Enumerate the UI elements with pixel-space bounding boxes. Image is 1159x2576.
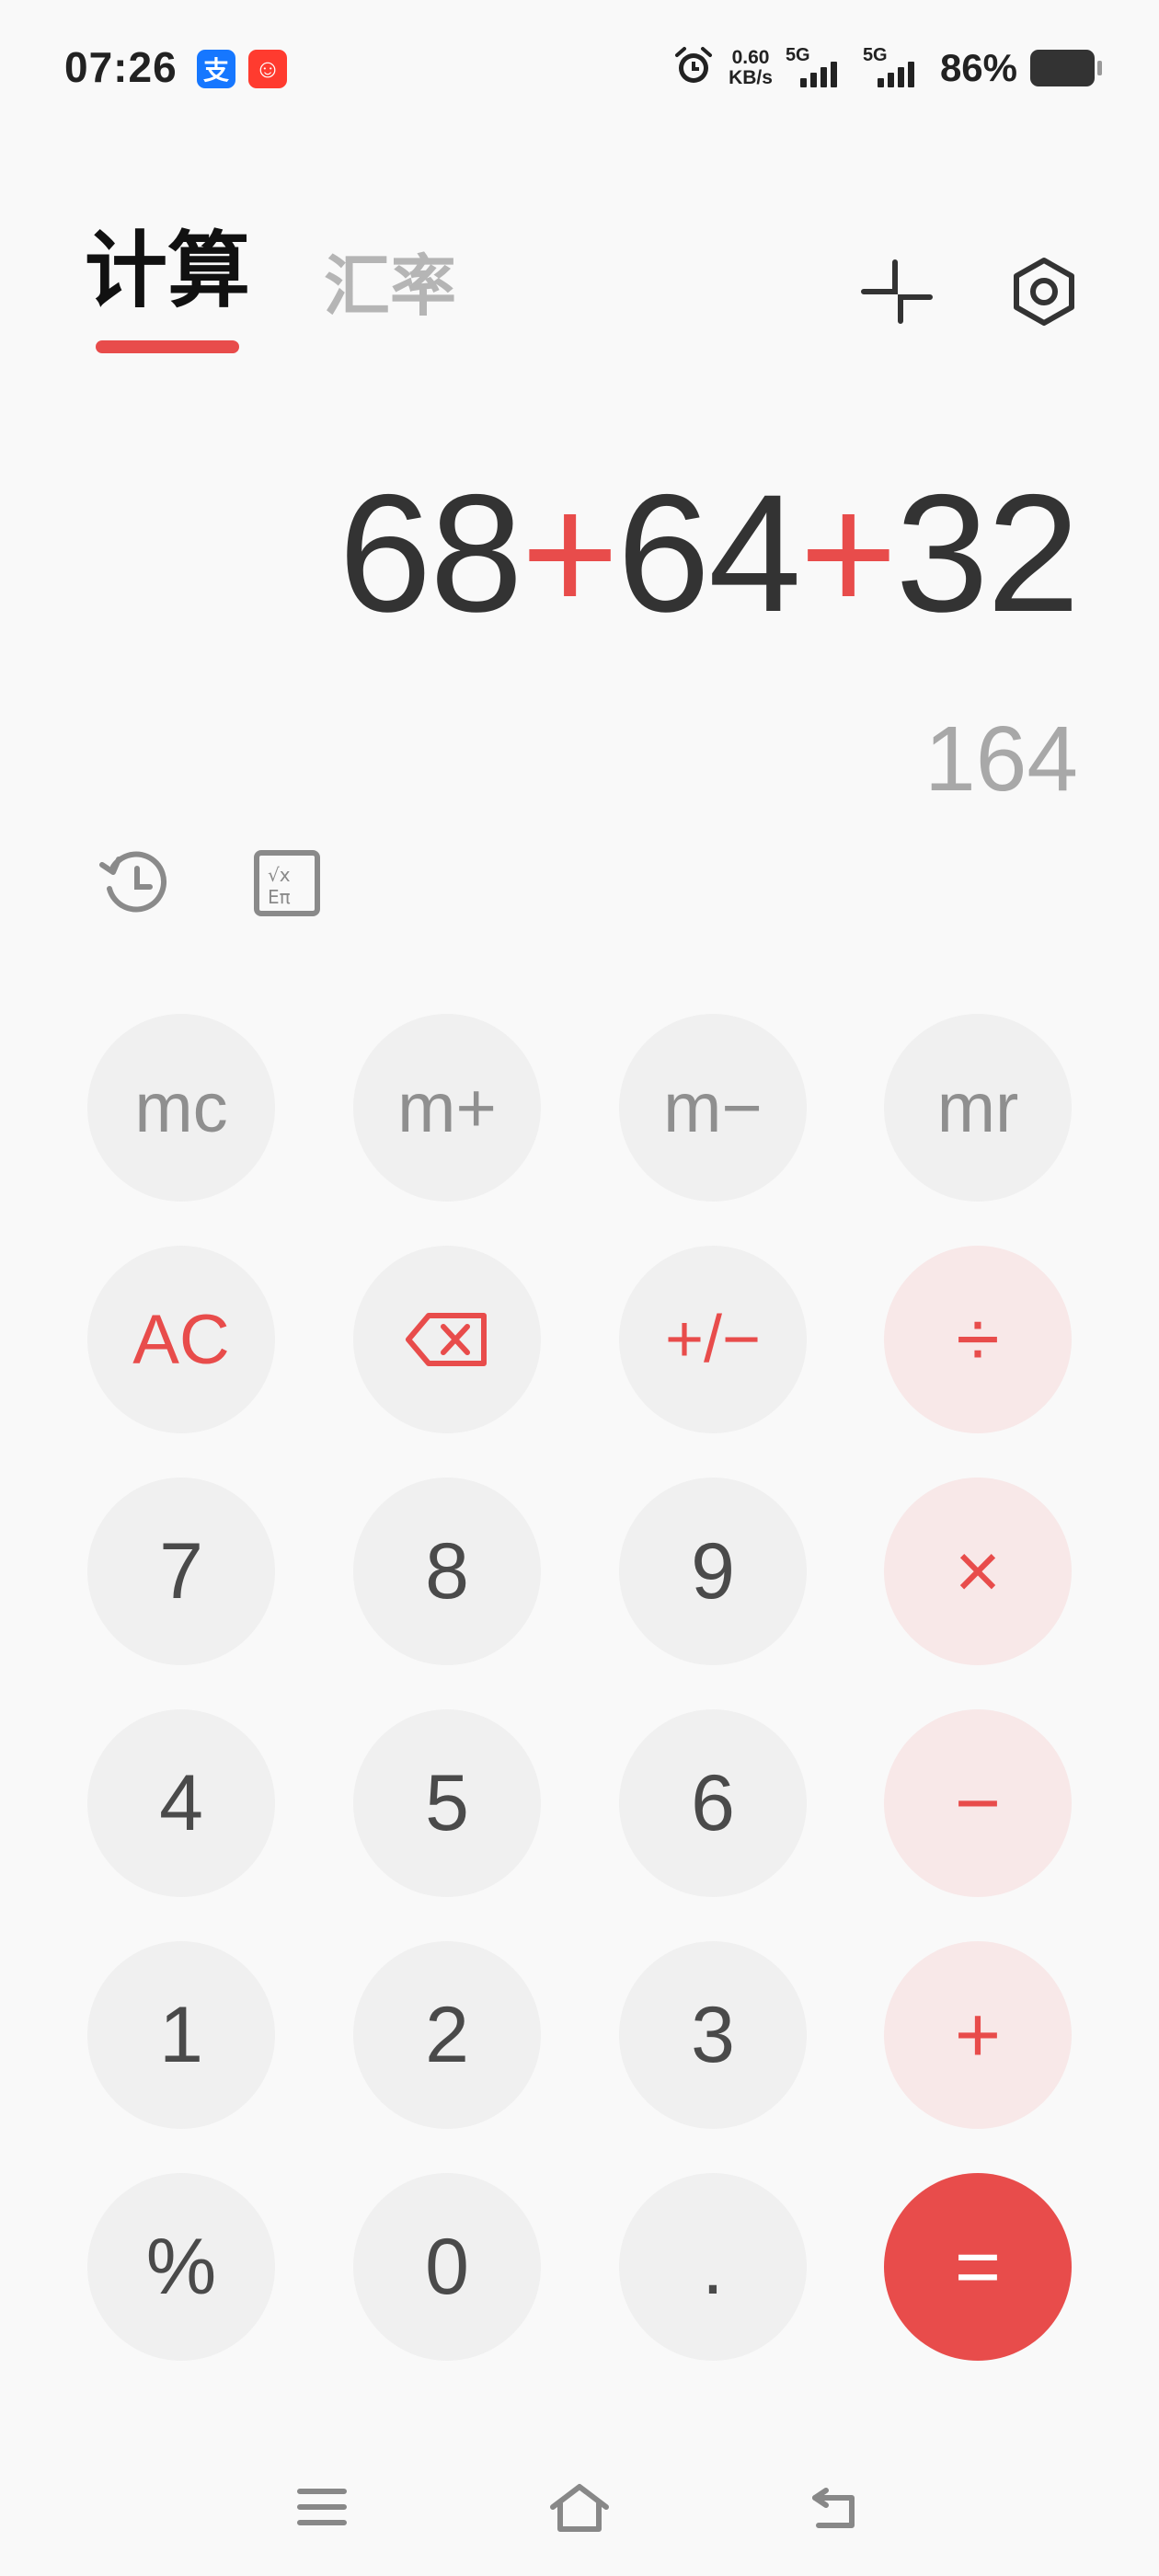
nav-menu-button[interactable]: [281, 2475, 363, 2539]
svg-text:√x: √x: [268, 864, 291, 886]
network-speed-value: 0.60: [731, 47, 770, 68]
taobao-notification-icon: ☺: [248, 50, 287, 88]
battery-percent: 86%: [939, 46, 1017, 89]
key-all-clear[interactable]: AC: [87, 1246, 275, 1433]
expression-operator: +: [521, 459, 619, 647]
history-button[interactable]: [92, 842, 175, 925]
network-speed: 0.60 KB/s: [729, 48, 773, 88]
history-icon: [99, 851, 167, 913]
key-4[interactable]: 4: [87, 1709, 275, 1897]
status-time: 07:26: [64, 43, 178, 91]
expression-operand: 64: [616, 459, 801, 647]
status-right: 0.60 KB/s 5G 5G 86%: [671, 42, 1102, 94]
key-memory-add[interactable]: m+: [353, 1014, 541, 1202]
minimize-icon: [861, 259, 933, 324]
alipay-notification-icon: 支: [197, 50, 235, 88]
key-divide[interactable]: ÷: [884, 1246, 1072, 1433]
svg-text:Eπ: Eπ: [268, 886, 291, 908]
key-backspace[interactable]: [353, 1246, 541, 1433]
key-2[interactable]: 2: [353, 1941, 541, 2129]
key-decimal[interactable]: .: [619, 2173, 807, 2361]
settings-icon: [1014, 258, 1074, 326]
key-7[interactable]: 7: [87, 1478, 275, 1665]
signal-1-icon: 5G: [786, 45, 850, 91]
tab-calculator[interactable]: 计算: [85, 230, 250, 313]
scientific-icon: √x Eπ: [254, 850, 320, 916]
key-plus-minus[interactable]: +/−: [619, 1246, 807, 1433]
expression-operand: 68: [339, 459, 522, 647]
alarm-icon: [671, 44, 716, 93]
key-memory-clear[interactable]: mc: [87, 1014, 275, 1202]
active-tab-indicator: [96, 340, 239, 353]
key-percent[interactable]: %: [87, 2173, 275, 2361]
back-icon: [812, 2488, 855, 2528]
key-minus[interactable]: −: [884, 1709, 1072, 1897]
key-3[interactable]: 3: [619, 1941, 807, 2129]
key-6[interactable]: 6: [619, 1709, 807, 1897]
key-9[interactable]: 9: [619, 1478, 807, 1665]
nav-back-button[interactable]: [796, 2475, 878, 2539]
menu-icon: [297, 2489, 347, 2525]
expression-operator: +: [799, 459, 897, 647]
status-bar: 07:26 支 ☺ 0.60 KB/s 5G 5G 86%: [0, 0, 1159, 138]
key-multiply[interactable]: ×: [884, 1478, 1072, 1665]
key-memory-recall[interactable]: mr: [884, 1014, 1072, 1202]
key-1[interactable]: 1: [87, 1941, 275, 2129]
settings-button[interactable]: [1003, 250, 1085, 333]
key-memory-subtract[interactable]: m−: [619, 1014, 807, 1202]
home-icon: [550, 2484, 609, 2532]
expression-display: 68+64+32: [339, 469, 1080, 637]
signal-2-icon: 5G: [863, 45, 927, 91]
scientific-mode-button[interactable]: √x Eπ: [246, 842, 328, 925]
nav-home-button[interactable]: [538, 2475, 621, 2539]
key-5[interactable]: 5: [353, 1709, 541, 1897]
minimize-button[interactable]: [855, 250, 938, 333]
tab-exchange-rate[interactable]: 汇率: [324, 254, 456, 320]
key-8[interactable]: 8: [353, 1478, 541, 1665]
battery-icon: [1030, 50, 1102, 86]
key-0[interactable]: 0: [353, 2173, 541, 2361]
key-plus[interactable]: +: [884, 1941, 1072, 2129]
result-display: 164: [924, 707, 1078, 811]
expression-operand: 32: [895, 459, 1080, 647]
network-speed-unit: KB/s: [729, 67, 773, 88]
backspace-icon: [406, 1313, 487, 1366]
key-equals[interactable]: =: [884, 2173, 1072, 2361]
